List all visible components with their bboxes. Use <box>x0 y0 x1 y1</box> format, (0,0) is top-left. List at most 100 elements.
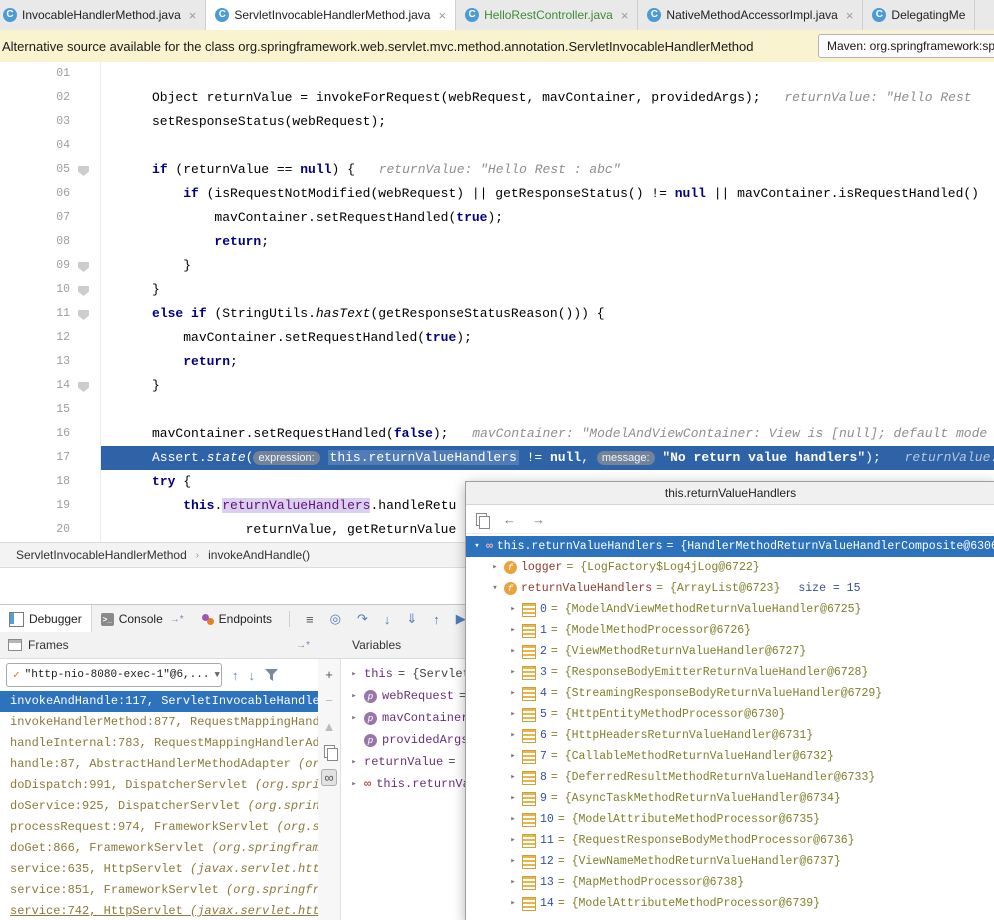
code-line[interactable]: 02 Object returnValue = invokeForRequest… <box>0 86 994 110</box>
code-text[interactable] <box>101 134 994 158</box>
code-text[interactable]: mavContainer.setRequestHandled(true); <box>101 326 994 350</box>
frame-row[interactable]: doService:925, DispatcherServlet (org.sp… <box>0 796 318 817</box>
expander-icon[interactable]: ▸ <box>508 893 518 914</box>
line-number[interactable]: 18 <box>0 470 70 494</box>
code-text[interactable]: return; <box>101 350 994 374</box>
line-number[interactable]: 09 <box>0 254 70 278</box>
breadcrumb-class[interactable]: ServletInvocableHandlerMethod <box>16 548 187 562</box>
tab-close-icon[interactable]: × <box>846 8 854 23</box>
frame-row[interactable]: invokeHandlerMethod:877, RequestMappingH… <box>0 712 318 733</box>
code-line[interactable]: 07 mavContainer.setRequestHandled(true); <box>0 206 994 230</box>
code-text[interactable]: else if (StringUtils.hasText(getResponse… <box>101 302 994 326</box>
show-watches-icon[interactable]: ∞ <box>321 769 336 786</box>
code-line[interactable]: 03 setResponseStatus(webRequest); <box>0 110 994 134</box>
code-editor[interactable]: 0102 Object returnValue = invokeForReque… <box>0 62 994 542</box>
step-out-icon[interactable]: ↑ <box>433 612 440 627</box>
editor-gutter[interactable]: 06 <box>0 182 101 206</box>
step-over-icon[interactable]: ↷ <box>357 611 368 627</box>
popup-tree-row[interactable]: ▸1= {ModelMethodProcessor@6726} <box>466 620 994 641</box>
popup-tree-row[interactable]: ▸11= {RequestResponseBodyMethodProcessor… <box>466 830 994 851</box>
line-number[interactable]: 14 <box>0 374 70 398</box>
code-line[interactable]: 01 <box>0 62 994 86</box>
tab-close-icon[interactable]: × <box>438 8 446 23</box>
code-text[interactable] <box>101 62 994 86</box>
copy-value-icon[interactable] <box>476 513 487 526</box>
editor-gutter[interactable]: 03 <box>0 110 101 134</box>
line-number[interactable]: 20 <box>0 518 70 542</box>
expander-icon[interactable]: ▸ <box>349 751 359 773</box>
code-line[interactable]: 08 return; <box>0 230 994 254</box>
tab-endpoints[interactable]: Endpoints <box>193 605 281 633</box>
code-line[interactable]: 12 mavContainer.setRequestHandled(true); <box>0 326 994 350</box>
frame-row[interactable]: service:742, HttpServlet (javax.servlet.… <box>0 901 318 920</box>
line-number[interactable]: 19 <box>0 494 70 518</box>
line-number[interactable]: 03 <box>0 110 70 134</box>
editor-gutter[interactable]: 14 <box>0 374 101 398</box>
expander-icon[interactable]: ▸ <box>349 707 359 729</box>
code-text[interactable]: setResponseStatus(webRequest); <box>101 110 994 134</box>
line-number[interactable]: 15 <box>0 398 70 422</box>
popup-tree-row[interactable]: ▸8= {DeferredResultMethodReturnValueHand… <box>466 767 994 788</box>
expander-icon[interactable]: ▸ <box>508 599 518 620</box>
code-text[interactable]: mavContainer.setRequestHandled(false); m… <box>101 422 994 446</box>
code-line[interactable]: 06 if (isRequestNotModified(webRequest) … <box>0 182 994 206</box>
code-line[interactable]: 09 } <box>0 254 994 278</box>
editor-gutter[interactable]: 17 <box>0 446 101 470</box>
expander-icon[interactable]: ▸ <box>349 773 359 795</box>
expander-icon[interactable]: ▸ <box>508 662 518 683</box>
expander-icon[interactable]: ▸ <box>508 788 518 809</box>
line-number[interactable]: 02 <box>0 86 70 110</box>
copy-icon[interactable] <box>324 745 335 758</box>
code-text[interactable]: mavContainer.setRequestHandled(true); <box>101 206 994 230</box>
line-number[interactable]: 07 <box>0 206 70 230</box>
editor-gutter[interactable]: 12 <box>0 326 101 350</box>
popup-tree-row[interactable]: ▸10= {ModelAttributeMethodProcessor@6735… <box>466 809 994 830</box>
code-text[interactable]: if (returnValue == null) { returnValue: … <box>101 158 994 182</box>
editor-tab[interactable]: CServletInvocableHandlerMethod.java× <box>206 0 456 30</box>
hide-library-frames-icon[interactable] <box>265 669 278 681</box>
line-number[interactable]: 11 <box>0 302 70 326</box>
popup-tree-row[interactable]: ▸6= {HttpHeadersReturnValueHandler@6731} <box>466 725 994 746</box>
expander-icon[interactable]: ▸ <box>508 620 518 641</box>
previous-frame-icon[interactable]: ↑ <box>232 668 239 683</box>
tab-debugger[interactable]: Debugger <box>0 605 92 633</box>
editor-gutter[interactable]: 08 <box>0 230 101 254</box>
code-line[interactable]: 14 } <box>0 374 994 398</box>
line-number[interactable]: 08 <box>0 230 70 254</box>
frame-row[interactable]: handleInternal:783, RequestMappingHandle… <box>0 733 318 754</box>
popup-tree-row[interactable]: ▸9= {AsyncTaskMethodReturnValueHandler@6… <box>466 788 994 809</box>
frame-row[interactable]: doDispatch:991, DispatcherServlet (org.s… <box>0 775 318 796</box>
line-number[interactable]: 01 <box>0 62 70 86</box>
expander-icon[interactable]: ▸ <box>508 683 518 704</box>
editor-gutter[interactable]: 05 <box>0 158 101 182</box>
expander-icon[interactable]: ▸ <box>508 767 518 788</box>
tab-close-icon[interactable]: × <box>621 8 629 23</box>
remove-watch-icon[interactable]: − <box>325 693 333 708</box>
expander-icon[interactable]: ▸ <box>349 663 359 685</box>
frame-row[interactable]: invokeAndHandle:117, ServletInvocableHan… <box>0 691 318 712</box>
code-text[interactable]: } <box>101 254 994 278</box>
breadcrumb-method[interactable]: invokeAndHandle() <box>208 548 310 562</box>
editor-gutter[interactable]: 10 <box>0 278 101 302</box>
code-text[interactable]: return; <box>101 230 994 254</box>
expander-icon[interactable]: ▸ <box>508 704 518 725</box>
expander-icon[interactable]: ▾ <box>490 578 500 599</box>
line-number[interactable]: 12 <box>0 326 70 350</box>
code-text[interactable]: Assert.state(expression: this.returnValu… <box>101 446 994 470</box>
code-line[interactable]: 11 else if (StringUtils.hasText(getRespo… <box>0 302 994 326</box>
tab-console[interactable]: >_ Console →* <box>92 605 193 633</box>
forward-icon[interactable]: → <box>532 512 545 527</box>
editor-tab[interactable]: CDelegatingMe <box>863 0 975 30</box>
popup-tree-row[interactable]: ▾freturnValueHandlers= {ArrayList@6723}s… <box>466 578 994 599</box>
code-text[interactable]: Object returnValue = invokeForRequest(we… <box>101 86 994 110</box>
tab-close-icon[interactable]: × <box>189 8 197 23</box>
editor-tab[interactable]: CNativeMethodAccessorImpl.java× <box>638 0 863 30</box>
line-number[interactable]: 06 <box>0 182 70 206</box>
popup-tree-row[interactable]: ▸12= {ViewNameMethodReturnValueHandler@6… <box>466 851 994 872</box>
alternative-source-select[interactable]: Maven: org.springframework:spri <box>818 34 994 58</box>
frame-row[interactable]: doGet:866, FrameworkServlet (org.springf… <box>0 838 318 859</box>
frame-row[interactable]: service:635, HttpServlet (javax.servlet.… <box>0 859 318 880</box>
line-number[interactable]: 17 <box>0 446 70 470</box>
editor-tab[interactable]: CHelloRestController.java× <box>456 0 638 30</box>
popup-tree-row[interactable]: ▸4= {StreamingResponseBodyReturnValueHan… <box>466 683 994 704</box>
